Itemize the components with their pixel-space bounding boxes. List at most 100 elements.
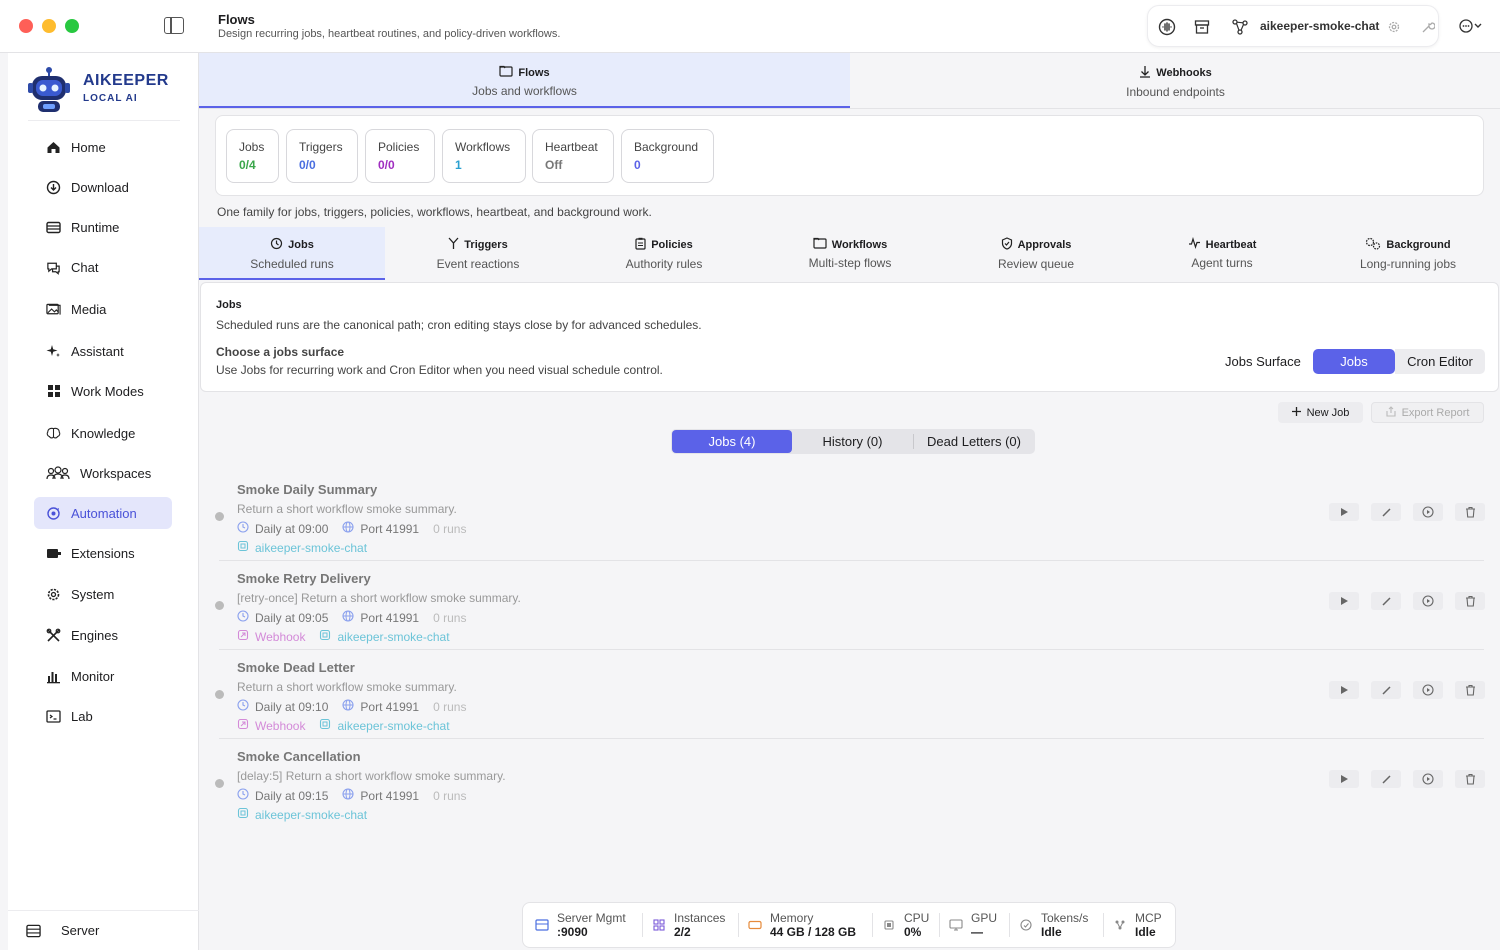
sidebar-item-system[interactable]: System bbox=[34, 578, 172, 610]
job-webhook[interactable]: Webhook bbox=[255, 630, 305, 644]
status-label: Tokens/s bbox=[1041, 911, 1089, 925]
clock-icon bbox=[237, 788, 249, 803]
logo-tagline: LOCAL AI bbox=[83, 93, 138, 104]
run-job-button[interactable] bbox=[1329, 681, 1359, 699]
sidebar-item-media[interactable]: Media bbox=[34, 293, 172, 325]
run-job-button[interactable] bbox=[1329, 770, 1359, 788]
sidebar-item-extensions[interactable]: Extensions bbox=[34, 537, 172, 569]
status-instances[interactable]: Instances 2/2 bbox=[652, 903, 725, 947]
job-port: Port 41991 bbox=[360, 699, 420, 714]
delete-job-button[interactable] bbox=[1455, 592, 1485, 610]
sidebar-item-lab[interactable]: Lab bbox=[34, 700, 172, 732]
tab-subtitle: Authority rules bbox=[625, 257, 703, 271]
wrench-icon[interactable] bbox=[1419, 18, 1437, 36]
network-icon[interactable] bbox=[1231, 18, 1249, 36]
tab-approvals[interactable]: Approvals Review queue bbox=[943, 227, 1129, 280]
tab-flows[interactable]: Flows Jobs and workflows bbox=[199, 53, 850, 108]
job-port: Port 41991 bbox=[360, 521, 420, 536]
status-label: Server Mgmt bbox=[557, 911, 626, 925]
job-row[interactable]: Smoke Daily Summary Return a short workf… bbox=[199, 472, 1500, 561]
sidebar-item-chat[interactable]: Chat bbox=[34, 251, 172, 283]
delete-job-button[interactable] bbox=[1455, 503, 1485, 521]
instance-name[interactable]: aikeeper-smoke-chat bbox=[1260, 19, 1379, 33]
tab-triggers[interactable]: Triggers Event reactions bbox=[385, 227, 571, 280]
sidebar-item-home[interactable]: Home bbox=[34, 131, 172, 163]
status-value: 0% bbox=[904, 925, 922, 939]
tab-history[interactable]: History (0) bbox=[792, 430, 913, 453]
tab-dead-letters[interactable]: Dead Letters (0) bbox=[914, 430, 1034, 453]
sidebar-item-label: Lab bbox=[71, 708, 93, 724]
tab-webhooks[interactable]: Webhooks Inbound endpoints bbox=[850, 53, 1500, 108]
tab-workflows[interactable]: Workflows Multi-step flows bbox=[757, 227, 943, 280]
job-agent[interactable]: aikeeper-smoke-chat bbox=[337, 630, 449, 644]
job-agent[interactable]: aikeeper-smoke-chat bbox=[337, 719, 449, 733]
sidebar-item-knowledge[interactable]: Knowledge bbox=[34, 417, 172, 449]
status-tokens[interactable]: Tokens/s Idle bbox=[1019, 903, 1088, 947]
job-title: Smoke Cancellation bbox=[237, 749, 361, 764]
status-server-mgmt[interactable]: Server Mgmt:9090 bbox=[535, 903, 626, 947]
tab-heartbeat[interactable]: Heartbeat Agent turns bbox=[1129, 227, 1315, 280]
tab-background[interactable]: Background Long-running jobs bbox=[1315, 227, 1500, 280]
pencil-icon bbox=[1381, 596, 1391, 606]
job-row[interactable]: Smoke Dead Letter Return a short workflo… bbox=[199, 650, 1500, 739]
sidebar-item-automation[interactable]: Automation bbox=[34, 497, 172, 529]
surface-cron-editor-button[interactable]: Cron Editor bbox=[1395, 349, 1485, 374]
export-report-button[interactable]: Export Report bbox=[1371, 402, 1484, 423]
sidebar-item-assistant[interactable]: Assistant bbox=[34, 335, 172, 367]
edit-job-button[interactable] bbox=[1371, 681, 1401, 699]
tab-title: Policies bbox=[651, 239, 693, 251]
stat-heartbeat[interactable]: Heartbeat Off bbox=[532, 129, 614, 183]
run-job-button[interactable] bbox=[1329, 503, 1359, 521]
stat-value: 0 bbox=[634, 158, 641, 172]
sidebar-item-monitor[interactable]: Monitor bbox=[34, 660, 172, 692]
zoom-window-button[interactable] bbox=[65, 19, 79, 33]
agent-icon bbox=[319, 718, 331, 733]
edit-job-button[interactable] bbox=[1371, 592, 1401, 610]
status-memory[interactable]: Memory 44 GB / 128 GB bbox=[748, 903, 856, 947]
sidebar-toggle-icon[interactable] bbox=[164, 17, 184, 34]
minimize-window-button[interactable] bbox=[42, 19, 56, 33]
job-row[interactable]: Smoke Cancellation [delay:5] Return a sh… bbox=[199, 739, 1500, 828]
media-icon bbox=[46, 302, 61, 317]
stat-background[interactable]: Background 0 bbox=[621, 129, 714, 183]
status-cpu[interactable]: CPU 0% bbox=[882, 903, 929, 947]
stat-policies[interactable]: Policies 0/0 bbox=[365, 129, 435, 183]
job-meta: Daily at 09:05 Port 41991 0 runs bbox=[237, 610, 480, 625]
tab-policies[interactable]: Policies Authority rules bbox=[571, 227, 757, 280]
archive-icon[interactable] bbox=[1193, 18, 1211, 36]
status-gpu[interactable]: GPU — bbox=[949, 903, 997, 947]
close-window-button[interactable] bbox=[19, 19, 33, 33]
sidebar-item-runtime[interactable]: Runtime bbox=[34, 211, 172, 243]
profile-menu-button[interactable] bbox=[1456, 14, 1490, 38]
tab-jobs-list[interactable]: Jobs (4) bbox=[672, 430, 792, 453]
pause-job-button[interactable] bbox=[1413, 770, 1443, 788]
tab-jobs[interactable]: Jobs Scheduled runs bbox=[199, 227, 385, 280]
job-description: Return a short workflow smoke summary. bbox=[237, 502, 457, 516]
server-button[interactable]: Server bbox=[8, 910, 199, 950]
pause-job-button[interactable] bbox=[1413, 681, 1443, 699]
stat-workflows[interactable]: Workflows 1 bbox=[442, 129, 526, 183]
sidebar-item-download[interactable]: Download bbox=[34, 171, 172, 203]
stat-jobs[interactable]: Jobs 0/4 bbox=[226, 129, 279, 183]
tab-title: Workflows bbox=[831, 238, 888, 251]
edit-job-button[interactable] bbox=[1371, 770, 1401, 788]
sidebar-item-work-modes[interactable]: Work Modes bbox=[34, 375, 172, 407]
job-webhook[interactable]: Webhook bbox=[255, 719, 305, 733]
delete-job-button[interactable] bbox=[1455, 681, 1485, 699]
edit-job-button[interactable] bbox=[1371, 503, 1401, 521]
job-agent[interactable]: aikeeper-smoke-chat bbox=[255, 541, 367, 555]
pause-job-button[interactable] bbox=[1413, 592, 1443, 610]
gear-icon[interactable] bbox=[1385, 18, 1403, 36]
run-job-button[interactable] bbox=[1329, 592, 1359, 610]
delete-job-button[interactable] bbox=[1455, 770, 1485, 788]
audio-wave-icon[interactable] bbox=[1158, 18, 1176, 36]
job-row[interactable]: Smoke Retry Delivery [retry-once] Return… bbox=[199, 561, 1500, 650]
stat-triggers[interactable]: Triggers 0/0 bbox=[286, 129, 358, 183]
new-job-button[interactable]: New Job bbox=[1278, 402, 1363, 423]
status-mcp[interactable]: MCP Idle bbox=[1113, 903, 1162, 947]
sidebar-item-engines[interactable]: Engines bbox=[34, 619, 172, 651]
job-agent[interactable]: aikeeper-smoke-chat bbox=[255, 808, 367, 822]
surface-jobs-button[interactable]: Jobs bbox=[1313, 349, 1395, 374]
pause-job-button[interactable] bbox=[1413, 503, 1443, 521]
sidebar-item-workspaces[interactable]: Workspaces bbox=[34, 457, 172, 489]
